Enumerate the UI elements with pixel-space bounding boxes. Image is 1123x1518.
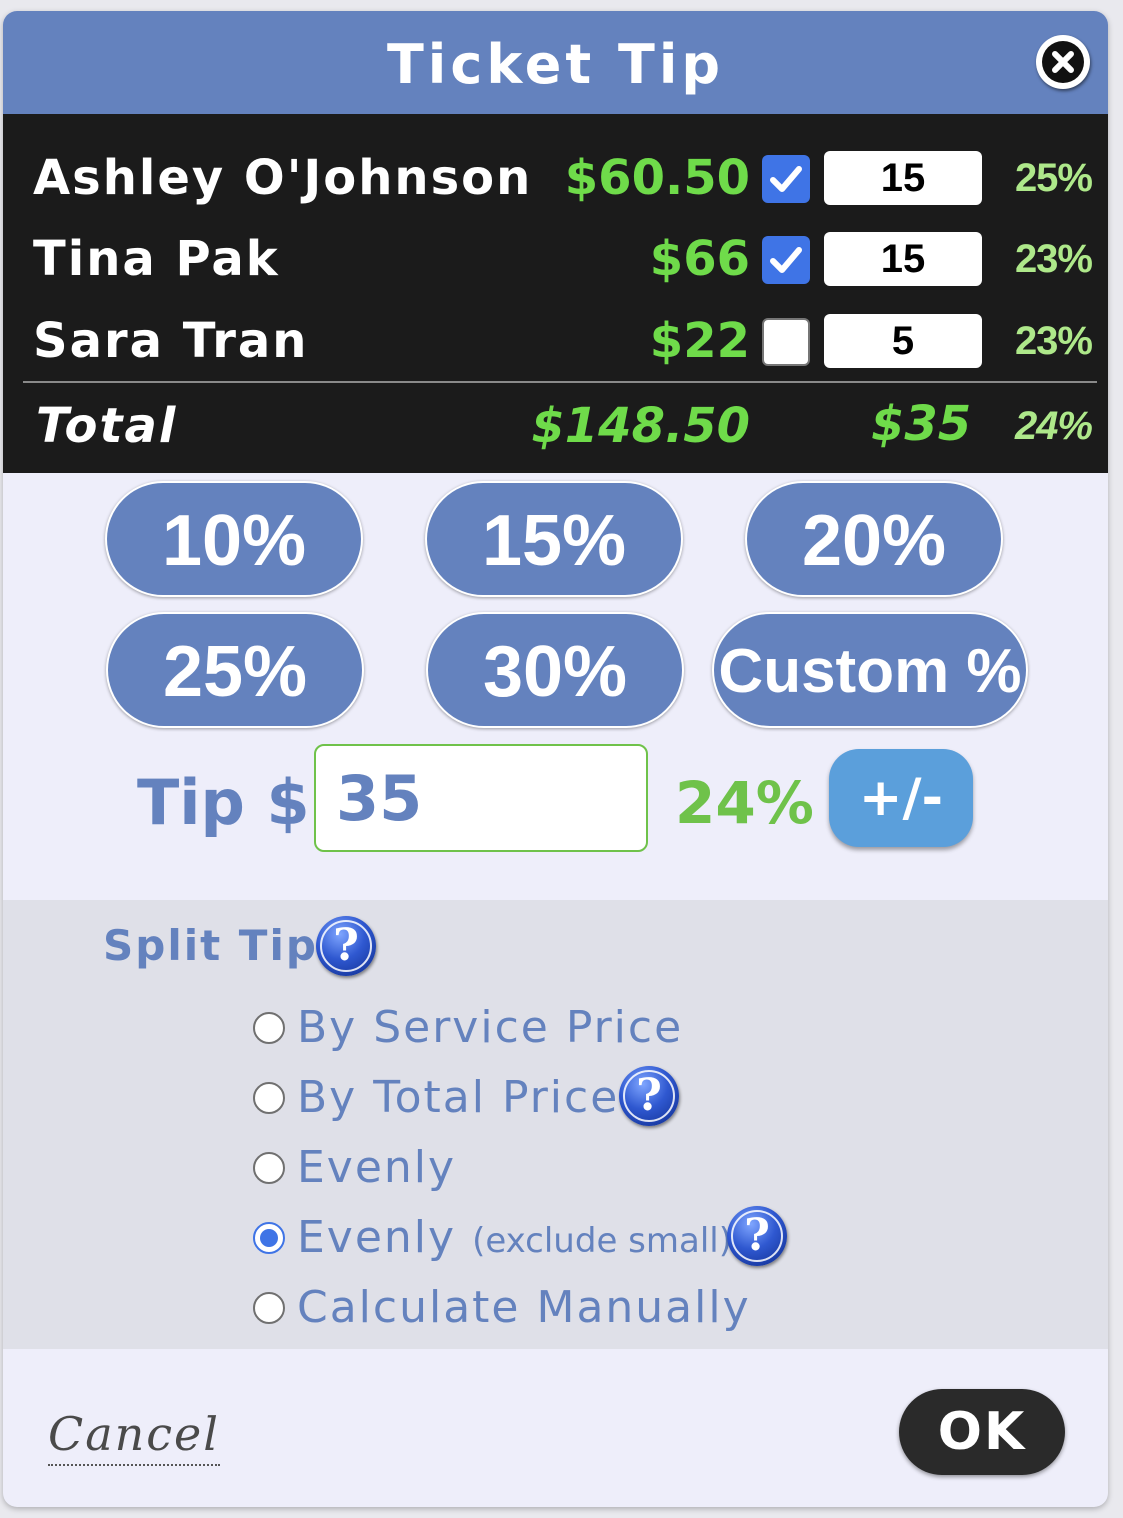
cancel-link[interactable]: Cancel (48, 1404, 220, 1466)
help-icon[interactable]: ? (619, 1066, 679, 1126)
option-label-text: Evenly (297, 1212, 457, 1263)
checkmark-icon (770, 166, 802, 192)
include-checkbox[interactable] (762, 318, 810, 366)
staff-tip-input[interactable] (824, 314, 982, 368)
percent-button-20[interactable]: 20% (745, 481, 1003, 597)
total-divider (23, 381, 1097, 383)
staff-row: Ashley O'Johnson $60.50 25% (3, 138, 1108, 218)
percent-button-25[interactable]: 25% (106, 612, 364, 728)
checkmark-icon (770, 247, 802, 273)
total-price: $148.50 (531, 398, 750, 454)
radio-button-selected[interactable] (253, 1222, 285, 1254)
custom-percent-button[interactable]: Custom % (712, 612, 1028, 728)
option-label: Evenly (297, 1142, 457, 1193)
title-bar: Ticket Tip (3, 11, 1108, 114)
split-tip-title: Split Tip (103, 921, 318, 970)
tip-percent: 24% (675, 769, 814, 837)
staff-tip-percent: 23% (1014, 319, 1093, 363)
dialog-title: Ticket Tip (386, 33, 725, 96)
option-label: By Total Price (297, 1072, 620, 1123)
staff-row: Tina Pak $66 23% (3, 219, 1108, 299)
split-tip-section: Split Tip ? By Service Price By Total Pr… (3, 900, 1108, 1349)
total-label: Total (36, 398, 178, 454)
option-label: By Service Price (297, 1002, 684, 1053)
ok-button[interactable]: OK (899, 1389, 1065, 1475)
option-label: Calculate Manually (297, 1282, 751, 1333)
percent-button-10[interactable]: 10% (105, 481, 363, 597)
total-tip: $35 (871, 396, 972, 452)
total-tip-percent: 24% (1014, 404, 1093, 448)
close-button[interactable] (1036, 35, 1090, 89)
option-note: (exclude small) (472, 1221, 732, 1261)
staff-tip-percent: 25% (1014, 156, 1093, 200)
staff-tip-input[interactable] (824, 151, 982, 205)
include-checkbox[interactable] (762, 236, 810, 284)
radio-button[interactable] (253, 1012, 285, 1044)
staff-row: Sara Tran $22 23% (3, 301, 1108, 381)
staff-tip-table: Ashley O'Johnson $60.50 25% Tina Pak $66… (3, 114, 1108, 473)
option-label: Evenly (exclude small) (297, 1208, 732, 1271)
service-price: $22 (649, 313, 750, 369)
help-icon[interactable]: ? (727, 1206, 787, 1266)
tip-amount-label: Tip $ (137, 766, 310, 839)
percent-button-15[interactable]: 15% (425, 481, 683, 597)
staff-tip-input[interactable] (824, 232, 982, 286)
radio-button[interactable] (253, 1152, 285, 1184)
percent-button-30[interactable]: 30% (426, 612, 684, 728)
include-checkbox[interactable] (762, 155, 810, 203)
help-icon[interactable]: ? (316, 916, 376, 976)
staff-tip-percent: 23% (1014, 237, 1093, 281)
plus-minus-button[interactable]: +/- (829, 749, 973, 847)
staff-name: Tina Pak (33, 231, 280, 287)
ticket-tip-dialog: Ticket Tip Ashley O'Johnson $60.50 25% T… (3, 11, 1108, 1507)
staff-name: Ashley O'Johnson (33, 150, 533, 206)
service-price: $60.50 (564, 150, 750, 206)
staff-name: Sara Tran (33, 313, 309, 369)
service-price: $66 (649, 231, 750, 287)
close-x-glyph (1052, 51, 1074, 73)
radio-button[interactable] (253, 1292, 285, 1324)
tip-amount-input[interactable] (314, 744, 648, 852)
radio-button[interactable] (253, 1082, 285, 1114)
